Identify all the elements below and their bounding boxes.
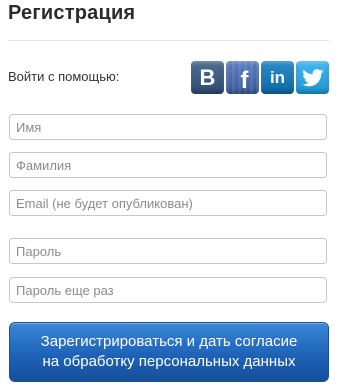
vk-icon: B [199,64,216,90]
social-icons: B f in [191,61,329,95]
register-submit-button[interactable]: Зарегистрироваться и дать согласие на об… [9,322,329,382]
title-divider [8,40,329,41]
password-repeat-input[interactable] [9,277,327,303]
email-input[interactable] [9,190,327,216]
facebook-login-button[interactable]: f [226,61,259,94]
twitter-bird-icon [301,68,323,86]
surname-input[interactable] [9,152,327,178]
social-login-row: Войти с помощью: B f in [8,61,329,95]
facebook-icon: f [240,66,249,94]
linkedin-login-button[interactable]: in [261,61,294,94]
page-title: Регистрация [8,2,136,24]
name-input[interactable] [9,114,327,140]
twitter-login-button[interactable] [296,61,329,94]
password-input[interactable] [9,238,327,264]
linkedin-icon: in [269,67,286,87]
vk-login-button[interactable]: B [191,61,224,94]
social-login-label: Войти с помощью: [8,69,120,84]
register-button-line2: на обработку персональных данных [42,353,296,370]
register-button-line1: Зарегистрироваться и дать согласие [40,333,298,350]
